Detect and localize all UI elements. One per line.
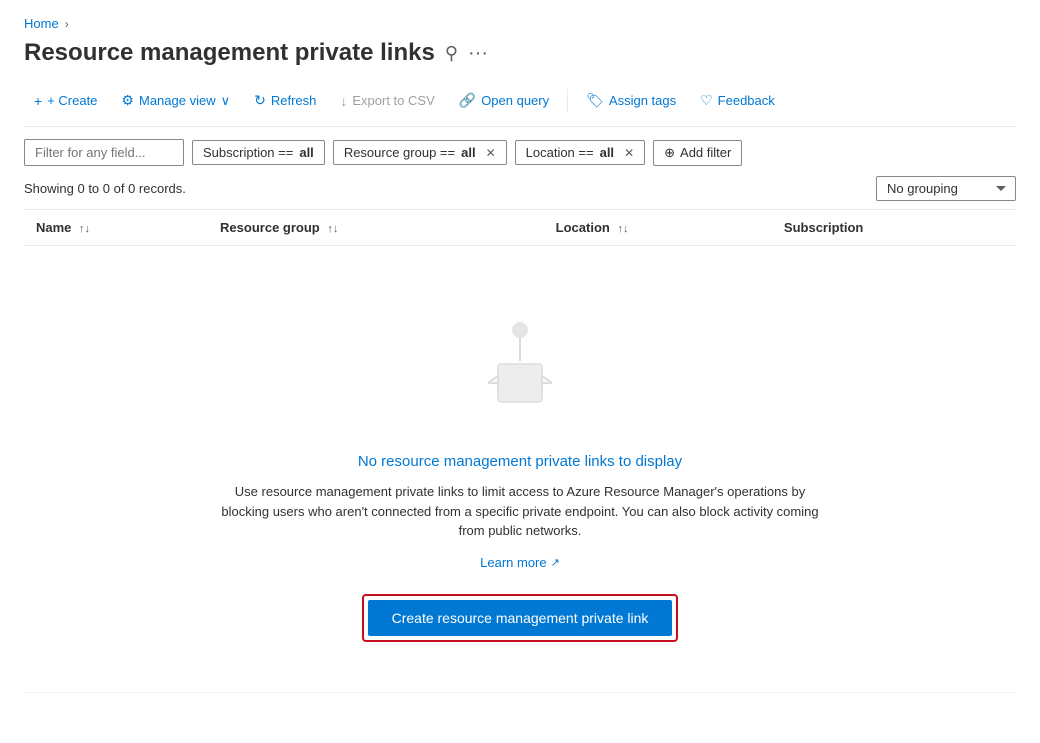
refresh-label: Refresh <box>271 93 317 108</box>
assign-tags-icon: 🏷 <box>586 92 604 109</box>
open-query-label: Open query <box>481 93 549 108</box>
resource-group-filter-label: Resource group == <box>344 145 455 160</box>
data-table: Name ↑↓ Resource group ↑↓ Location ↑↓ Su… <box>24 210 1016 693</box>
loc-sort-icon: ↑↓ <box>617 223 628 235</box>
results-row: Showing 0 to 0 of 0 records. No grouping <box>24 176 1016 201</box>
export-icon: ↓ <box>340 93 347 109</box>
results-count: Showing 0 to 0 of 0 records. <box>24 181 186 196</box>
feedback-label: Feedback <box>718 93 775 108</box>
grouping-select: No grouping <box>876 176 1016 201</box>
assign-tags-button[interactable]: 🏷 Assign tags <box>576 87 686 114</box>
location-filter-label: Location == <box>526 145 594 160</box>
assign-tags-label: Assign tags <box>609 93 676 108</box>
export-csv-label: Export to CSV <box>352 93 434 108</box>
location-filter-tag: Location == all ✕ <box>515 140 645 165</box>
manage-view-button[interactable]: ⚙ Manage view ∨ <box>111 87 240 114</box>
toolbar: + + Create ⚙ Manage view ∨ ↻ Refresh ↓ E… <box>24 87 1016 127</box>
create-label: + Create <box>47 93 97 108</box>
feedback-icon: ♡ <box>700 92 713 109</box>
col-resource-group[interactable]: Resource group ↑↓ <box>208 210 544 246</box>
empty-state: No resource management private links to … <box>36 256 1004 682</box>
empty-state-row: No resource management private links to … <box>24 246 1016 693</box>
manage-view-icon: ⚙ <box>121 92 134 109</box>
learn-more-link[interactable]: Learn more ↗ <box>480 555 560 570</box>
pin-icon[interactable]: ⚲ <box>445 43 458 64</box>
table-container: Name ↑↓ Resource group ↑↓ Location ↑↓ Su… <box>24 209 1016 693</box>
empty-state-cell: No resource management private links to … <box>24 246 1016 693</box>
resource-group-filter-value: all <box>461 145 475 160</box>
breadcrumb: Home › <box>24 16 1016 31</box>
page-title-row: Resource management private links ⚲ ··· <box>24 39 1016 67</box>
add-filter-icon: ⊕ <box>664 145 675 161</box>
filter-bar: Subscription == all Resource group == al… <box>24 139 1016 166</box>
name-sort-icon: ↑↓ <box>79 223 90 235</box>
breadcrumb-home[interactable]: Home <box>24 16 59 31</box>
breadcrumb-separator: › <box>65 17 69 31</box>
create-btn-wrapper: Create resource management private link <box>362 594 679 642</box>
open-query-button[interactable]: 🔗 Open query <box>449 87 559 114</box>
grouping-dropdown[interactable]: No grouping <box>876 176 1016 201</box>
subscription-filter-tag: Subscription == all <box>192 140 325 165</box>
subscription-filter-label: Subscription == <box>203 145 293 160</box>
empty-state-title: No resource management private links to … <box>358 453 682 470</box>
col-subscription[interactable]: Subscription <box>772 210 1016 246</box>
col-location[interactable]: Location ↑↓ <box>544 210 772 246</box>
add-filter-button[interactable]: ⊕ Add filter <box>653 140 742 166</box>
page-title: Resource management private links <box>24 39 435 67</box>
location-filter-close[interactable]: ✕ <box>624 146 634 160</box>
manage-view-chevron: ∨ <box>221 93 231 109</box>
feedback-button[interactable]: ♡ Feedback <box>690 87 785 114</box>
filter-input[interactable] <box>24 139 184 166</box>
open-query-icon: 🔗 <box>459 92 476 109</box>
subscription-filter-value: all <box>299 145 313 160</box>
resource-group-filter-close[interactable]: ✕ <box>486 146 496 160</box>
resource-group-filter-tag: Resource group == all ✕ <box>333 140 507 165</box>
rg-sort-icon: ↑↓ <box>327 223 338 235</box>
more-options-icon[interactable]: ··· <box>468 42 488 65</box>
toolbar-divider <box>567 89 568 113</box>
col-name[interactable]: Name ↑↓ <box>24 210 208 246</box>
refresh-button[interactable]: ↻ Refresh <box>244 87 326 114</box>
manage-view-label: Manage view <box>139 93 216 108</box>
create-resource-button[interactable]: Create resource management private link <box>368 600 673 636</box>
learn-more-label: Learn more <box>480 555 546 570</box>
empty-state-icon <box>470 316 570 429</box>
create-icon: + <box>34 93 42 109</box>
export-csv-button[interactable]: ↓ Export to CSV <box>330 88 444 114</box>
add-filter-label: Add filter <box>680 145 731 160</box>
location-filter-value: all <box>600 145 614 160</box>
empty-state-description: Use resource management private links to… <box>210 482 830 541</box>
create-button[interactable]: + + Create <box>24 88 107 114</box>
external-link-icon: ↗ <box>551 556 560 569</box>
refresh-icon: ↻ <box>254 92 266 109</box>
table-header-row: Name ↑↓ Resource group ↑↓ Location ↑↓ Su… <box>24 210 1016 246</box>
